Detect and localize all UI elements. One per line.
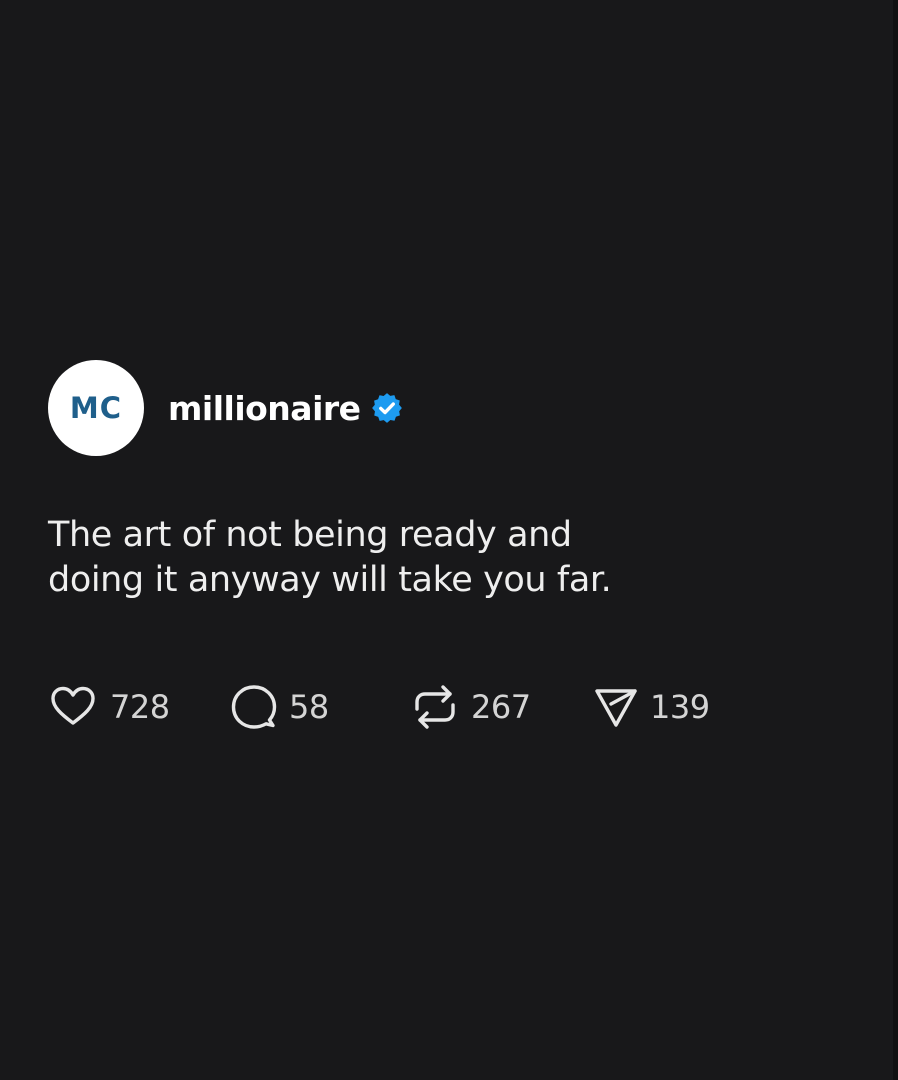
reply-button[interactable]: 58 <box>231 682 329 732</box>
repost-button[interactable]: 267 <box>412 682 531 732</box>
heart-icon <box>48 682 98 732</box>
username[interactable]: millionaire <box>168 389 361 428</box>
window-edge <box>893 0 898 1080</box>
post-header: MC millionaire <box>48 360 848 456</box>
like-button[interactable]: 728 <box>48 682 170 732</box>
share-count: 139 <box>650 688 710 726</box>
speech-bubble-icon <box>231 682 277 732</box>
paper-plane-icon <box>594 682 638 732</box>
post-actions: 728 58 267 139 <box>48 682 848 732</box>
post-text: The art of not being ready and doing it … <box>48 515 612 600</box>
repost-count: 267 <box>471 688 531 726</box>
like-count: 728 <box>110 688 170 726</box>
avatar-initials: MC <box>69 391 123 425</box>
repost-arrows-icon <box>412 682 458 732</box>
post-card: MC millionaire The art of not being read… <box>48 360 848 729</box>
reply-count: 58 <box>289 688 329 726</box>
avatar[interactable]: MC <box>48 360 144 456</box>
verified-badge-icon <box>370 391 404 425</box>
share-button[interactable]: 139 <box>594 682 710 732</box>
